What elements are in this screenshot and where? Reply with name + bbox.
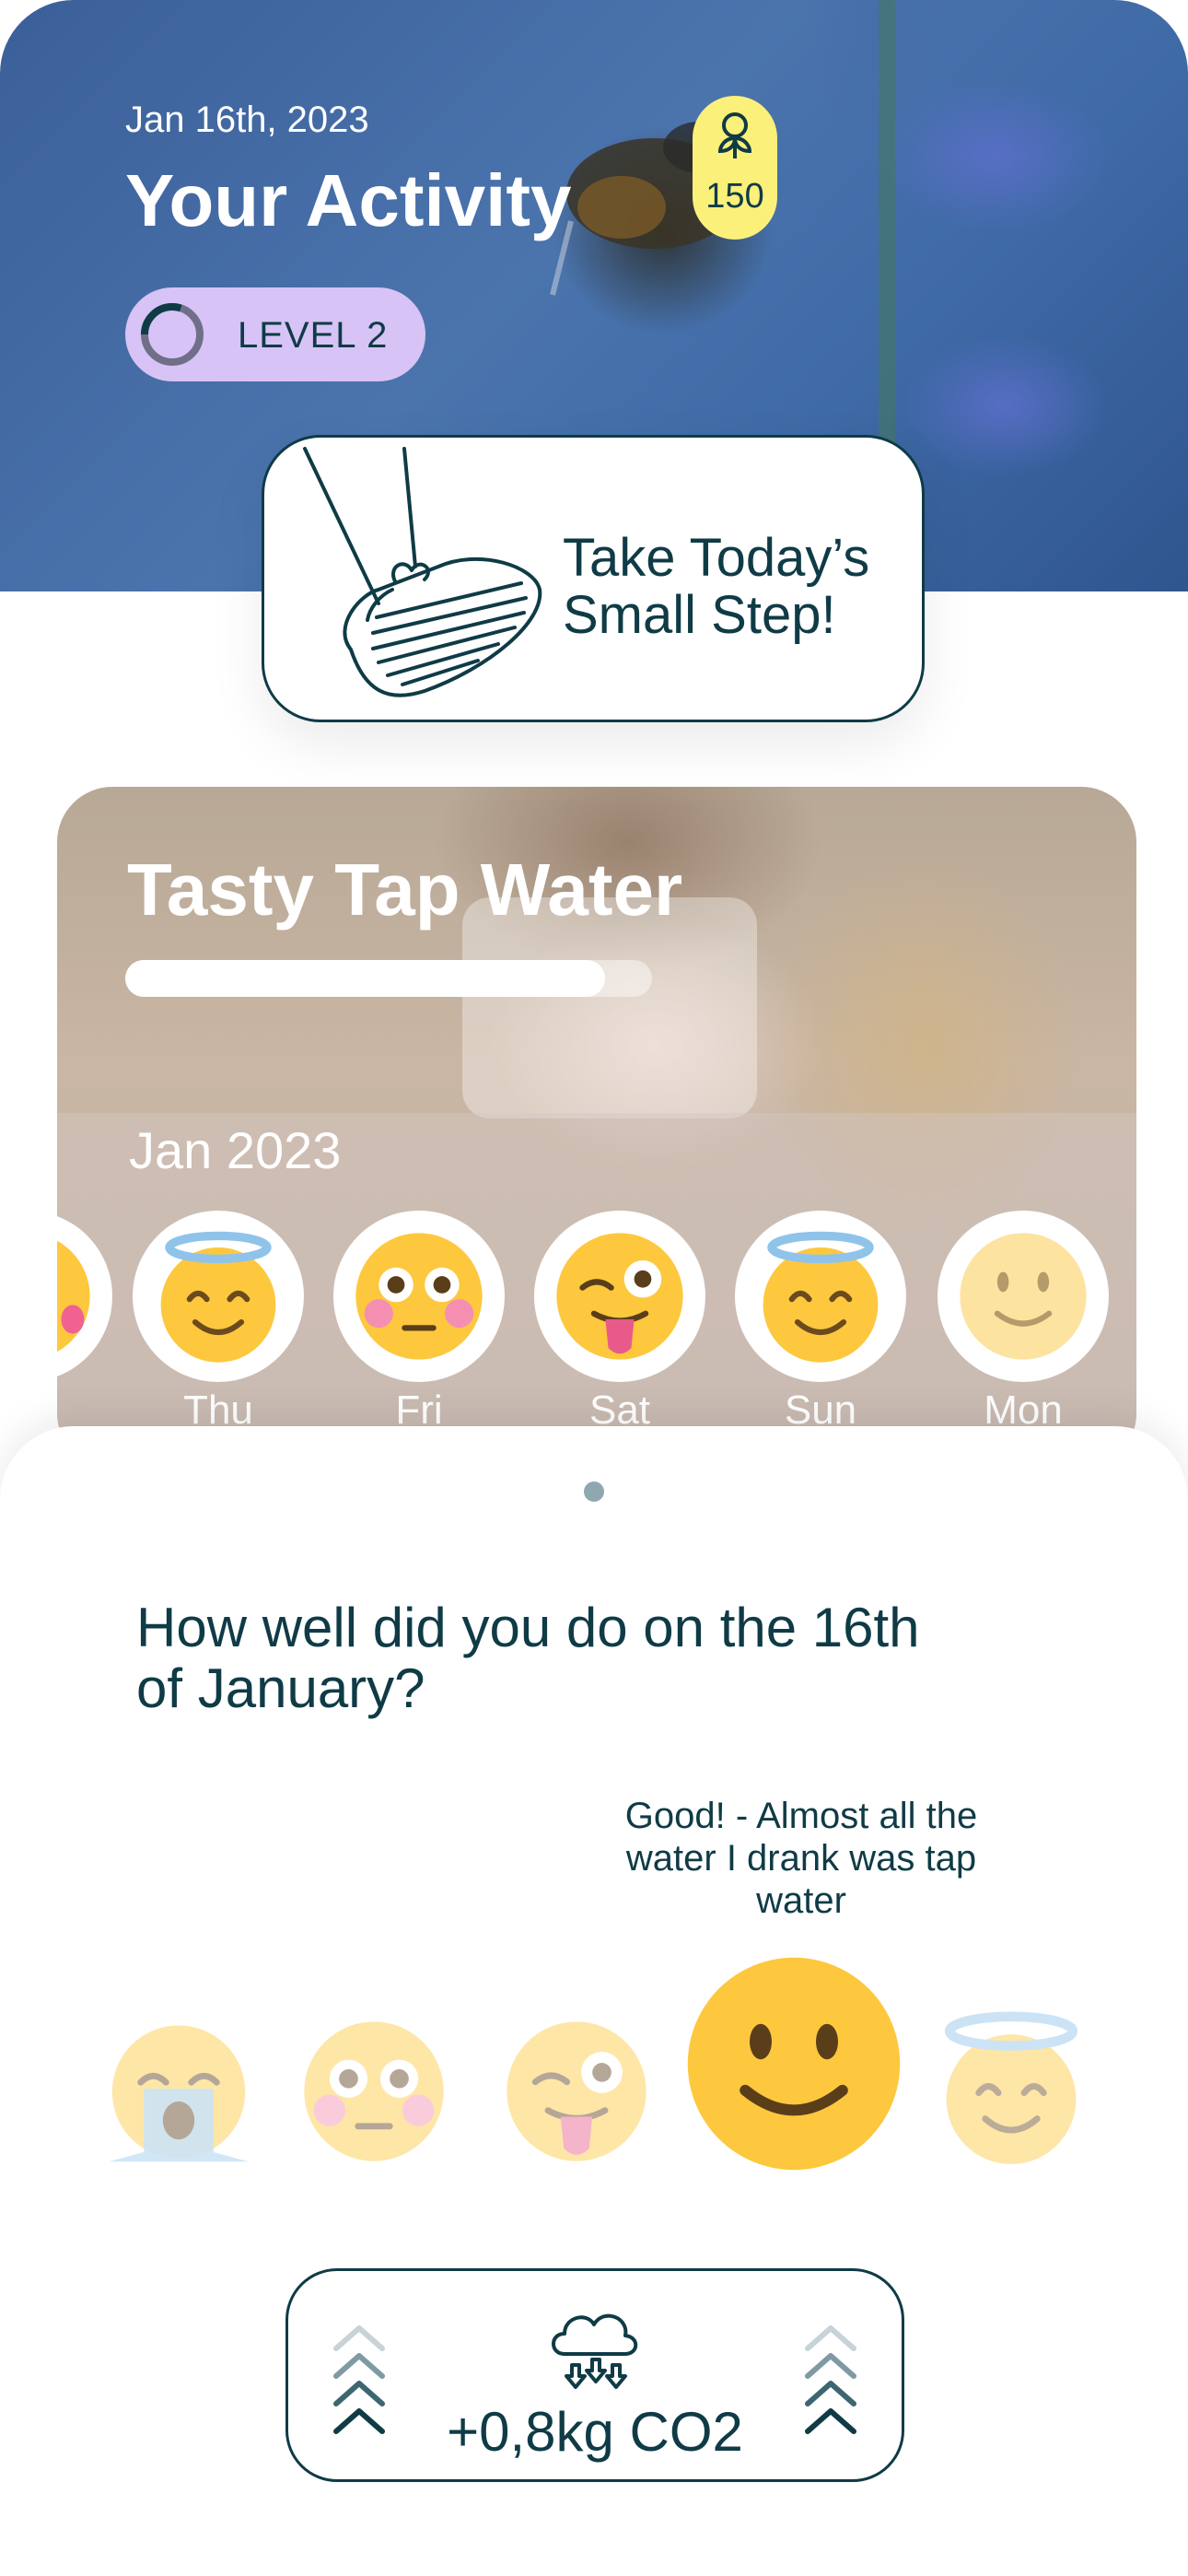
slightly-smiling-face-icon [687,1957,901,2171]
angel-face-icon [944,2011,1078,2164]
level-label: LEVEL 2 [238,315,389,356]
take-step-label: Take Today’s Small Step! [563,530,869,644]
rating-option-1[interactable] [99,2016,258,2174]
calendar-day-fri[interactable] [333,1211,505,1382]
calendar-day-sun[interactable] [735,1211,906,1382]
activity-date: Jan 16th, 2023 [125,100,369,140]
calendar-month: Jan 2023 [129,1121,342,1179]
calendar-day-mon[interactable] [938,1211,1109,1382]
flushed-face-icon [304,2021,444,2161]
tongue-face-icon [57,1240,90,1352]
take-step-line-1: Take Today’s [563,528,870,588]
challenge-progress-bar [125,960,652,997]
selected-rating-description: Good! - Almost all the water I drank was… [624,1796,978,1921]
sneaker-step-icon [303,447,542,697]
slightly-smiling-face-icon [960,1233,1087,1360]
angel-face-icon [763,1231,879,1363]
rating-option-5[interactable] [930,2008,1092,2171]
co2-savings-box: +0,8kg CO2 [285,2268,904,2482]
sheet-drag-handle[interactable] [584,1481,604,1502]
points-value: 150 [705,177,764,216]
flushed-face-icon [355,1233,483,1360]
take-step-line-2: Small Step! [563,585,836,645]
level-ring-icon [141,303,204,366]
challenge-progress-fill [125,960,605,997]
rating-option-3[interactable] [497,2012,656,2171]
winking-tongue-face-icon [556,1233,683,1360]
sprout-icon [717,112,752,158]
level-pill[interactable]: LEVEL 2 [125,287,425,381]
take-step-button[interactable]: Take Today’s Small Step! [262,435,925,722]
challenge-card[interactable]: Tasty Tap Water Jan 2023 Thu Fri Sat Sun… [57,787,1136,1469]
chevrons-up-icon [805,2325,856,2434]
rating-option-4-selected[interactable] [683,1953,904,2174]
rating-option-2[interactable] [295,2012,453,2171]
challenge-title: Tasty Tap Water [127,849,683,931]
page-title: Your Activity [125,159,572,241]
calendar-day-sat[interactable] [534,1211,705,1382]
crying-face-icon [109,2025,249,2162]
winking-tongue-face-icon [507,2021,646,2161]
rating-question: How well did you do on the 16th of Janua… [136,1597,920,1719]
calendar-day-thu[interactable] [133,1211,304,1382]
cloud-co2-reduction-icon [552,2313,638,2389]
angel-face-icon [160,1231,276,1363]
points-badge[interactable]: 150 [693,96,777,240]
